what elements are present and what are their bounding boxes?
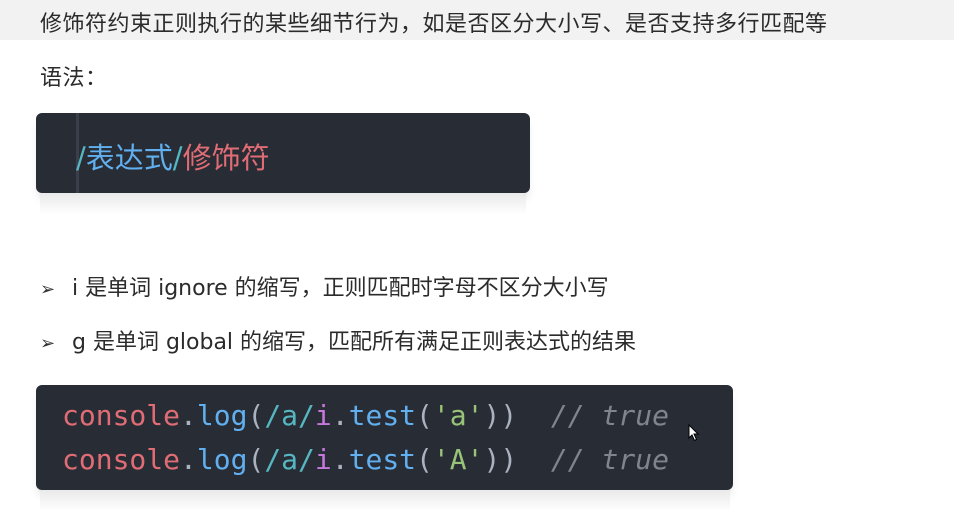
code-punct: ( [247, 399, 265, 432]
bullet-text: i 是单词 ignore 的缩写，正则匹配时字母不区分大小写 [72, 276, 609, 301]
code-flag: i [314, 443, 332, 476]
syntax-slash-open: / [76, 141, 86, 175]
code-punct: . [180, 443, 197, 476]
bullet-text: g 是单词 global 的缩写，匹配所有满足正则表达式的结果 [72, 330, 637, 355]
arrow-bullet-icon: ➢ [40, 333, 56, 354]
syntax-slash-close: / [172, 141, 183, 175]
code-regex: /a/ [264, 399, 315, 432]
code-shadow-fade [40, 490, 730, 511]
code-punct: . [180, 399, 197, 432]
code-object: console [62, 443, 181, 476]
intro-line-2: 语法： [40, 66, 108, 91]
code-function: log [196, 443, 248, 476]
code-flag: i [314, 399, 332, 432]
example-code-block: console.log(/a/i.test('a')) // true cons… [36, 385, 733, 490]
intro-line-1: 修饰符约束正则执行的某些细节行为，如是否区分大小写、是否支持多行匹配等 [40, 12, 828, 37]
code-punct: . [331, 399, 349, 432]
code-punct: )) [483, 443, 518, 476]
code-method: test [348, 399, 417, 432]
code-line-1: console.log(/a/i.test('a')) // true [62, 399, 669, 432]
code-comment: // true [550, 443, 669, 476]
code-line-2: console.log(/a/i.test('A')) // true [62, 443, 669, 476]
code-object: console [62, 399, 181, 432]
code-punct: )) [483, 399, 518, 432]
syntax-expression: 表达式 [85, 141, 173, 175]
code-punct: ( [416, 399, 433, 432]
bullet-item-i: ➢ i 是单词 ignore 的缩写，正则匹配时字母不区分大小写 [40, 270, 609, 302]
code-string: 'a' [432, 399, 484, 432]
code-string: 'A' [432, 443, 484, 476]
code-punct: ( [247, 443, 265, 476]
arrow-bullet-icon: ➢ [40, 279, 56, 300]
syntax-code-line: /表达式/修饰符 [76, 135, 270, 177]
code-shadow-fade [40, 193, 526, 215]
syntax-modifier: 修饰符 [182, 141, 270, 175]
bullet-item-g: ➢ g 是单词 global 的缩写，匹配所有满足正则表达式的结果 [40, 324, 636, 356]
mouse-cursor-icon [688, 424, 700, 442]
code-punct: . [331, 443, 349, 476]
code-function: log [196, 399, 248, 432]
code-method: test [348, 443, 417, 476]
code-punct: ( [416, 443, 433, 476]
syntax-code-block: /表达式/修饰符 [36, 113, 530, 193]
code-comment: // true [550, 399, 669, 432]
code-regex: /a/ [264, 443, 315, 476]
